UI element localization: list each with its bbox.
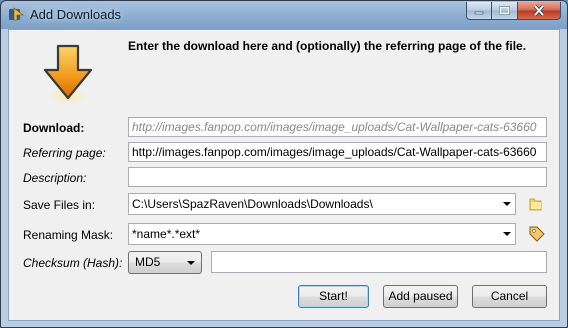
instructions: Enter the download here and (optionally)… bbox=[128, 39, 527, 53]
checksum-label: Checksum (Hash): bbox=[23, 256, 123, 270]
download-window-icon bbox=[9, 7, 24, 21]
chevron-down-icon[interactable] bbox=[503, 232, 511, 236]
title-bar[interactable]: Add Downloads bbox=[1, 1, 567, 29]
referring-page-label: Referring page: bbox=[23, 146, 106, 160]
minimize-icon bbox=[474, 11, 484, 14]
download-url-input[interactable]: http://images.fanpop.com/images/image_up… bbox=[128, 117, 547, 137]
close-button[interactable] bbox=[518, 2, 561, 20]
caption-buttons bbox=[466, 2, 561, 20]
chevron-down-icon bbox=[187, 261, 195, 265]
cancel-button-label: Cancel bbox=[490, 289, 529, 303]
maximize-icon bbox=[499, 6, 510, 15]
hash-algorithm-value: MD5 bbox=[135, 255, 161, 269]
start-button[interactable]: Start! bbox=[298, 285, 369, 308]
folder-icon[interactable] bbox=[528, 196, 544, 212]
add-downloads-window: Add Downloads Enter the download here an… bbox=[0, 0, 568, 328]
add-paused-button-label: Add paused bbox=[388, 289, 453, 303]
start-button-label: Start! bbox=[319, 289, 348, 303]
window-title: Add Downloads bbox=[30, 7, 122, 22]
renaming-mask-label: Renaming Mask: bbox=[23, 228, 114, 242]
renaming-mask-value: *name*.*ext* bbox=[132, 227, 201, 241]
download-arrow-icon bbox=[43, 44, 93, 104]
renaming-mask-combo[interactable]: *name*.*ext* bbox=[128, 223, 516, 245]
close-icon bbox=[533, 5, 545, 16]
hash-algorithm-select[interactable]: MD5 bbox=[128, 251, 202, 274]
save-files-label: Save Files in: bbox=[23, 198, 96, 212]
save-files-value: C:\Users\SpazRaven\Downloads\Downloads\ bbox=[132, 197, 373, 211]
save-files-combo[interactable]: C:\Users\SpazRaven\Downloads\Downloads\ bbox=[128, 193, 516, 215]
checksum-input[interactable] bbox=[211, 251, 547, 273]
add-paused-button[interactable]: Add paused bbox=[383, 285, 458, 308]
chevron-down-icon[interactable] bbox=[503, 202, 511, 206]
dialog-body: Enter the download here and (optionally)… bbox=[8, 29, 560, 321]
tag-icon[interactable] bbox=[528, 225, 546, 243]
download-label: Download: bbox=[23, 121, 85, 135]
minimize-button[interactable] bbox=[466, 2, 492, 20]
referring-page-input[interactable]: http://images.fanpop.com/images/image_up… bbox=[128, 142, 547, 162]
cancel-button[interactable]: Cancel bbox=[472, 285, 547, 308]
maximize-button[interactable] bbox=[492, 2, 518, 20]
description-input[interactable] bbox=[128, 167, 547, 187]
description-label: Description: bbox=[23, 171, 87, 185]
